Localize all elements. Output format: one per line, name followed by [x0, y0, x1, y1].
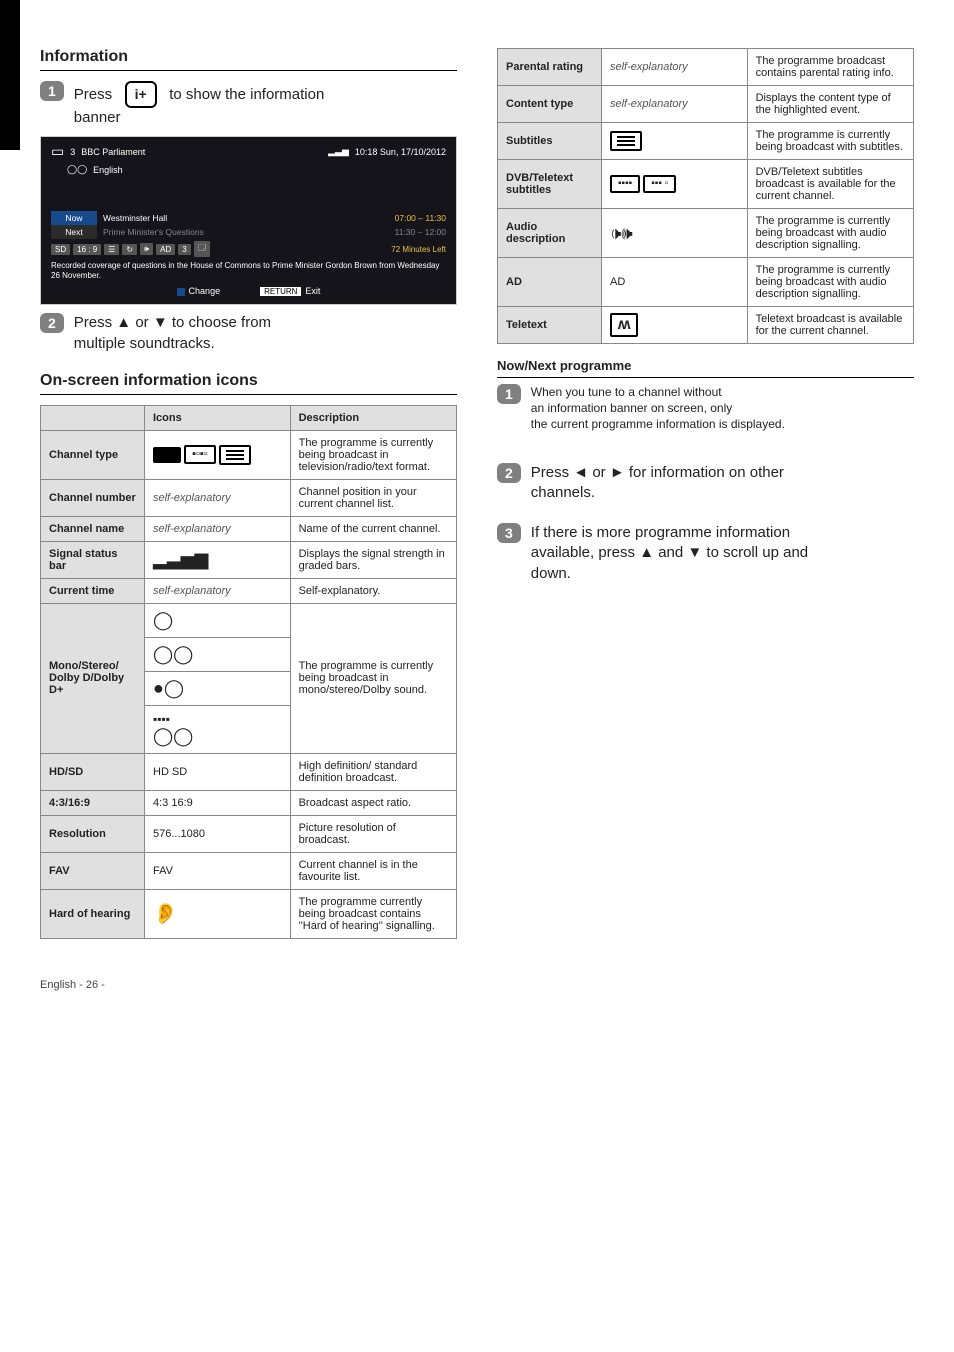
icons-table-2: Parental rating self-explanatory The pro… [497, 48, 914, 344]
left-column: Information 1 Press i+ to show the infor… [40, 30, 457, 939]
chip-ad: AD [156, 244, 175, 255]
subtitles-icon [602, 123, 748, 160]
right-step-1-text: When you tune to a channel without an in… [531, 384, 914, 433]
next-label: Next [51, 225, 97, 239]
channel-type-icons: ▪▫▪▫ [145, 430, 291, 479]
step-number-1: 1 [40, 81, 64, 101]
right-step-2: 2 Press ◄ or ► for information on other … [497, 463, 914, 504]
step-1-text: Press i+ to show the information banner [74, 81, 457, 128]
audio-description-icon: 🕩🕪 [602, 209, 748, 258]
chip-loop-icon: ↻ [122, 244, 137, 255]
row-mono-stereo: Mono/Stereo/ Dolby D/Dolby D+ ◯ The prog… [41, 603, 457, 637]
banner-channel-number: 3 [70, 147, 75, 157]
chip-aspect: 16 : 9 [73, 244, 101, 255]
banner-change: Change [177, 286, 221, 296]
chip-sound-icon: 🕪 [140, 243, 153, 255]
right-step-3-text: If there is more programme information a… [531, 523, 914, 584]
banner-clock: 10:18 Sun, 17/10/2012 [355, 147, 446, 157]
info-banner: ▭ 3 BBC Parliament ▂▃▅ 10:18 Sun, 17/10/… [40, 136, 457, 305]
row-dvb-ttx: DVB/Teletext subtitles ▪▪▪▪ ▪▪▪ ▫ DVB/Te… [498, 160, 914, 209]
row-fav: FAV FAV Current channel is in the favour… [41, 852, 457, 889]
ad-text-icon: AD [602, 258, 748, 307]
step-2: 2 Press ▲ or ▼ to choose from multiple s… [40, 313, 457, 354]
right-step-1: 1 When you tune to a channel without an … [497, 384, 914, 433]
hard-of-hearing-icon: 👂 [145, 889, 291, 938]
now-time: 07:00 – 11:30 [395, 213, 446, 223]
chip-minutes-left: 72 Minutes Left [391, 245, 446, 254]
th-blank [41, 405, 145, 430]
hd-sd-icon: HD SD [145, 753, 291, 790]
chip-sub-icon: ☰ [104, 244, 119, 255]
chip-sd: SD [51, 244, 70, 255]
text-lines-icon [219, 445, 251, 465]
row-teletext: Teletext ʍ Teletext broadcast is availab… [498, 307, 914, 344]
next-programme: Prime Minister's Questions [103, 227, 395, 237]
right-column: Parental rating self-explanatory The pro… [497, 30, 914, 939]
teletext-icon: ʍ [602, 307, 748, 344]
row-subtitles: Subtitles The programme is currently bei… [498, 123, 914, 160]
next-time: 11:30 – 12:00 [395, 227, 446, 237]
row-channel-name: Channel name self-explanatory Name of th… [41, 516, 457, 541]
chip-3: 3 [178, 244, 190, 255]
row-hd-sd: HD/SD HD SD High definition/ standard de… [41, 753, 457, 790]
side-black-tab [0, 0, 20, 150]
now-label: Now [51, 211, 97, 225]
resolution-icon: 576...1080 [145, 815, 291, 852]
row-ad: AD AD The programme is currently being b… [498, 258, 914, 307]
step-number-2: 2 [40, 313, 64, 333]
icons-table: Icons Description Channel type ▪▫▪▫ The … [40, 405, 457, 939]
row-hoh: Hard of hearing 👂 The programme currentl… [41, 889, 457, 938]
row-signal-status: Signal status bar ▂▃▅▆ Displays the sign… [41, 541, 457, 578]
heading-now-next: Now/Next programme [497, 358, 914, 378]
mono-icon: ◯ [145, 603, 291, 637]
radio-bars-icon: ▪▫▪▫ [184, 445, 216, 464]
now-programme: Westminster Hall [103, 213, 395, 223]
row-channel-type: Channel type ▪▫▪▫ The programme is curre… [41, 430, 457, 479]
banner-exit: RETURNExit [260, 286, 320, 296]
i-plus-icon: i+ [125, 81, 157, 108]
th-icons: Icons [145, 405, 291, 430]
stereo-icon: ◯◯ [67, 164, 87, 175]
row-resolution: Resolution 576...1080 Picture resolution… [41, 815, 457, 852]
fav-icon: FAV [145, 852, 291, 889]
signal-bars-icon: ▂▃▅▆ [145, 541, 291, 578]
dvb-ttx-subtitles-icon: ▪▪▪▪ ▪▪▪ ▫ [602, 160, 748, 209]
banner-lang: English [93, 165, 123, 175]
step-1: 1 Press i+ to show the information banne… [40, 81, 457, 128]
dolby-dplus-icon: ▪▪▪▪◯◯ [145, 705, 291, 753]
row-content-type: Content type self-explanatory Displays t… [498, 86, 914, 123]
page-footer: English - 26 - [40, 979, 914, 991]
banner-description: Recorded coverage of questions in the Ho… [41, 259, 456, 282]
right-step-number-2: 2 [497, 463, 521, 483]
right-step-number-1: 1 [497, 384, 521, 404]
row-aspect: 4:3/16:9 4:3 16:9 Broadcast aspect ratio… [41, 790, 457, 815]
row-parental: Parental rating self-explanatory The pro… [498, 49, 914, 86]
tv-rect-icon [153, 447, 181, 463]
right-step-2-text: Press ◄ or ► for information on other ch… [531, 463, 914, 504]
step-2-text: Press ▲ or ▼ to choose from multiple sou… [74, 313, 457, 354]
stereo-icon-cell: ◯◯ [145, 637, 291, 671]
heading-icons: On-screen information icons [40, 372, 457, 395]
chip-ttx-icon: 🗔 [194, 241, 211, 257]
aspect-icon: 4:3 16:9 [145, 790, 291, 815]
right-step-3: 3 If there is more programme information… [497, 523, 914, 584]
heading-information: Information [40, 48, 457, 71]
row-current-time: Current time self-explanatory Self-expla… [41, 578, 457, 603]
dolby-d-icon: ●◯ [145, 671, 291, 705]
right-step-number-3: 3 [497, 523, 521, 543]
banner-channel-name: BBC Parliament [81, 147, 145, 157]
th-desc: Description [290, 405, 456, 430]
tv-icon: ▭ [51, 143, 64, 160]
signal-icon: ▂▃▅ [328, 146, 349, 157]
row-audio-desc: Audio description 🕩🕪 The programme is cu… [498, 209, 914, 258]
row-channel-number: Channel number self-explanatory Channel … [41, 479, 457, 516]
